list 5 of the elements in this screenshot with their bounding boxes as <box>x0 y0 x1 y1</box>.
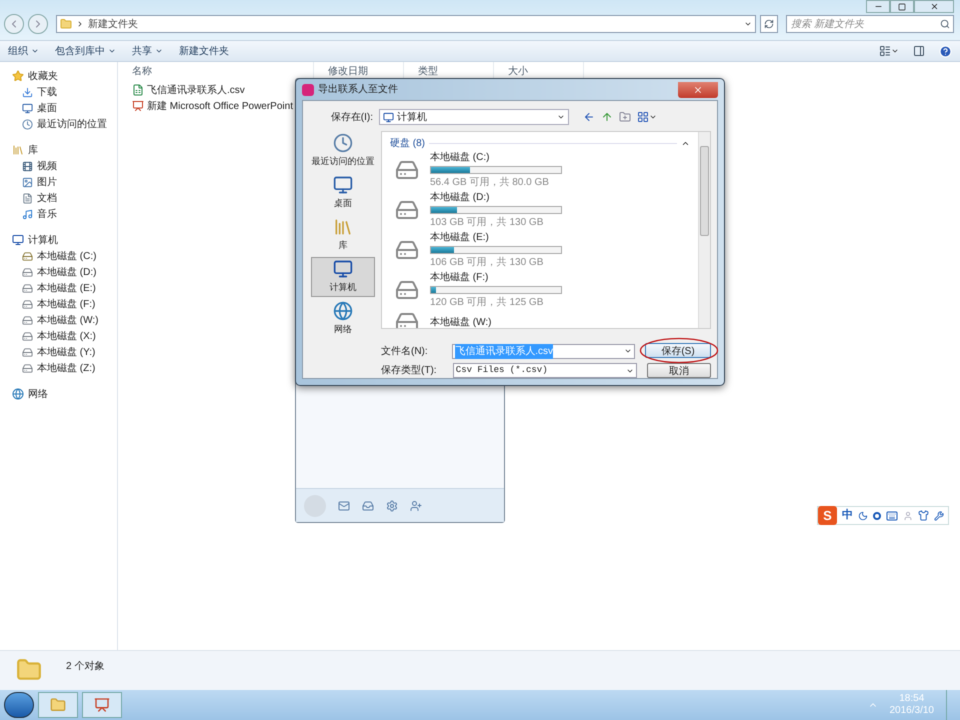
filename-label: 文件名(N): <box>381 344 429 358</box>
item-count: 2 个对象 <box>66 660 104 674</box>
file-type-label: 保存类型(T): <box>381 364 438 378</box>
dialog-title: 导出联系人至文件 <box>318 82 398 97</box>
save-in-label: 保存在(I): <box>330 110 373 124</box>
